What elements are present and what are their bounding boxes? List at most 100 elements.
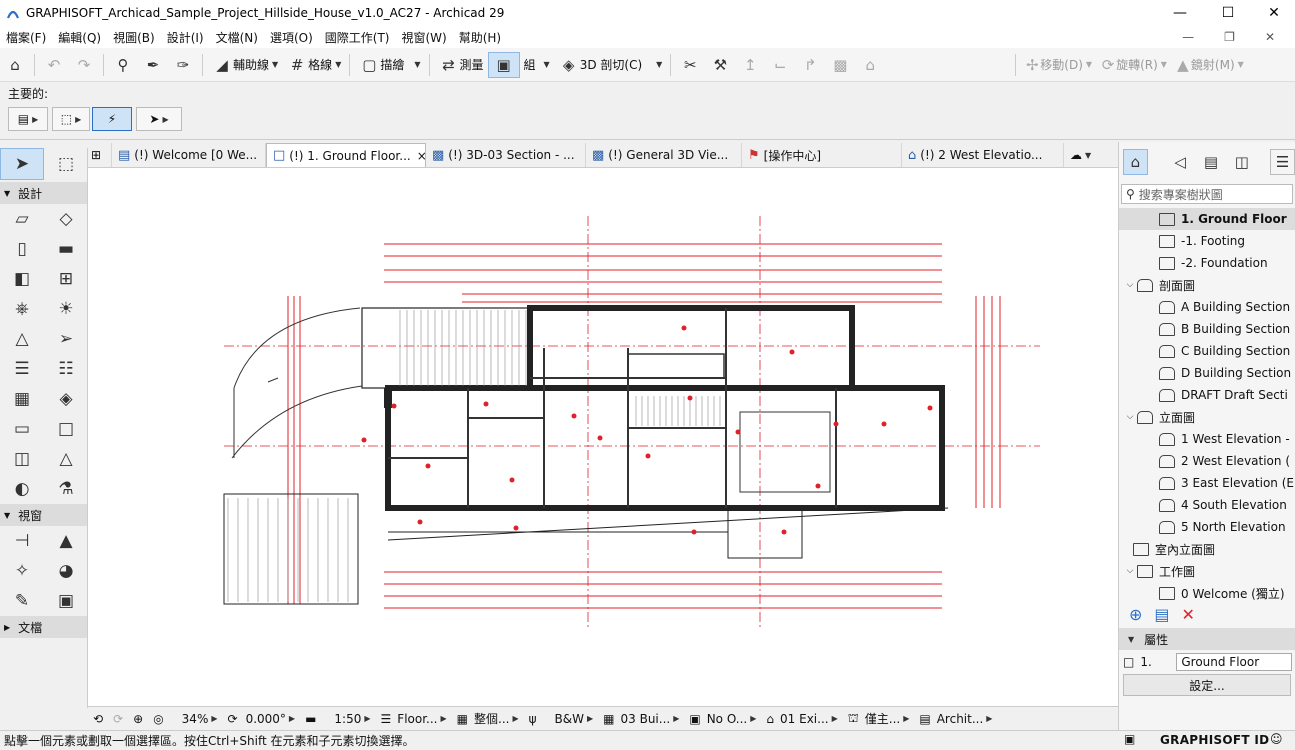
menu-design[interactable]: 設計(I) [161,29,210,46]
menu-help[interactable]: 幫助(H) [453,29,507,46]
zoom-menu-button[interactable]: ◎ 34% ▶ [148,712,222,726]
toolbox-design-header[interactable]: ▼ 設計 [0,182,87,204]
menu-teamwork[interactable]: 國際工作(T) [319,29,396,46]
dimension-button[interactable]: ⌂ 01 Exi... ▶ [761,712,842,726]
expand-arrow-icon[interactable]: ⌵ [1123,412,1137,422]
zoom-in-button[interactable]: ⊕ [128,712,148,726]
expand-arrow-icon[interactable]: ⌵ [1123,566,1137,576]
tree-item[interactable]: C Building Section [1119,340,1295,362]
tree-item[interactable]: 室內立面圖 [1119,538,1295,560]
elevation-tool[interactable]: ▲ [44,526,88,556]
tree-item[interactable]: DRAFT Draft Secti [1119,384,1295,406]
maximize-button[interactable]: ☐ [1205,0,1251,26]
detail-tool[interactable]: ✎ [0,586,44,616]
curtain-wall-tool[interactable]: ▦ [0,384,44,414]
tree-item[interactable]: D Building Section [1119,362,1295,384]
fillet-button[interactable]: ⌙ [765,52,795,78]
doc-minimize-button[interactable]: — [1176,30,1200,44]
delete-icon[interactable]: ✕ [1182,605,1195,624]
slab-tool[interactable]: ◇ [44,204,88,234]
skylight-tool[interactable]: ◫ [0,444,44,474]
window-tool[interactable]: ⊞ [44,264,88,294]
opening-tool[interactable]: ◐ [0,474,44,504]
model-view-button[interactable]: ▦ 整個... ▶ [452,710,524,727]
layer-combo-button[interactable]: ☰ Floor... ▶ [376,712,452,726]
redo-button[interactable]: ↷ [69,52,99,78]
navigator-search-input[interactable]: ⚲ 搜索專案樹狀圖 [1121,184,1293,204]
measure-button[interactable]: ⇄ 測量 [434,52,488,78]
tree-item[interactable]: A Building Section [1119,296,1295,318]
section-tool[interactable]: ⊣ [0,526,44,556]
adjust-button[interactable]: ⚒ [705,52,735,78]
layout-book-icon[interactable]: ▤ [1199,149,1224,175]
tree-item[interactable]: 3 East Elevation (E [1119,472,1295,494]
railing-tool[interactable]: ☷ [44,354,88,384]
doc-close-button[interactable]: ✕ [1259,30,1281,44]
zone-tool[interactable]: □ [44,414,88,444]
settings-icon[interactable]: ▤ [1154,605,1169,624]
selection-method-button[interactable]: ▤ ▶ [8,107,48,131]
tree-item[interactable]: 2 West Elevation ( [1119,450,1295,472]
tab-3d-view[interactable]: ▩ (!) General 3D Vie... [586,143,742,167]
doc-restore-button[interactable]: ❐ [1218,30,1241,44]
roof-button[interactable]: ⌂ [855,52,885,78]
guide-line-button[interactable]: ◢ 輔助線 ▼ [207,52,282,78]
structure-button[interactable]: ▤ Archit... ▶ [914,712,997,726]
marquee-method-button[interactable]: ⬚ ▶ [52,107,90,131]
tree-item[interactable]: 1 West Elevation - [1119,428,1295,450]
interior-elevation-tool[interactable]: ✧ [0,556,44,586]
pen-set-button[interactable]: ψ B&W ▶ [524,712,599,726]
find-select-button[interactable]: ⚲ [108,52,138,78]
tree-item[interactable]: -1. Footing [1119,230,1295,252]
tree-item[interactable]: -2. Foundation [1119,252,1295,274]
arrow-tool-button[interactable]: ➤ ▶ [136,107,182,131]
tree-item[interactable]: ⌵ 工作圖 [1119,560,1295,582]
menu-document[interactable]: 文檔(N) [210,29,264,46]
elevate-button[interactable]: ↥ [735,52,765,78]
wall-tool[interactable]: ▱ [0,204,44,234]
quick-selection-button[interactable]: ⚡ [92,107,132,131]
eyedropper-button[interactable]: ✒ [138,52,168,78]
story-name-field[interactable]: Ground Floor [1176,653,1293,671]
tree-item[interactable]: B Building Section [1119,318,1295,340]
roof-tool[interactable]: △ [0,324,44,354]
floor-plan-canvas[interactable] [88,168,1118,706]
filter-button[interactable]: ⛫ 僅主... ▶ [843,710,915,727]
curve-button[interactable]: ↱ [795,52,825,78]
column-tool[interactable]: ▯ [0,234,44,264]
tab-list-button[interactable]: ☁ ▼ [1064,143,1108,167]
camera-tool[interactable]: ▣ [44,586,88,616]
menu-view[interactable]: 視圖(B) [107,29,161,46]
publisher-icon[interactable]: ◫ [1229,149,1254,175]
project-map-icon[interactable]: ⌂ [1123,149,1148,175]
close-window-button[interactable]: ✕ [1251,0,1295,26]
undo-view-button[interactable]: ⟲ [88,712,108,726]
trace-button[interactable]: ▢ 描繪 ▼ [354,52,424,78]
object-tool[interactable]: ⎈ [0,294,44,324]
stair-tool[interactable]: ☰ [0,354,44,384]
tree-item[interactable]: 4 South Elevation [1119,494,1295,516]
beam-tool[interactable]: ▬ [44,234,88,264]
rotate-button[interactable]: ⟳ 旋轉(R) ▼ [1096,52,1171,78]
door-tool[interactable]: ◧ [0,264,44,294]
minimize-button[interactable]: — [1157,0,1203,26]
lamp-tool[interactable]: ☀ [44,294,88,324]
expand-arrow-icon[interactable]: ⌵ [1123,280,1137,290]
menu-file[interactable]: 檔案(F) [0,29,52,46]
redo-view-button[interactable]: ⟳ [108,712,128,726]
brand-label[interactable]: GRAPHISOFT ID [1160,733,1269,747]
shell-tool[interactable]: ➢ [44,324,88,354]
tree-item[interactable]: 0 Welcome (獨立) [1119,582,1295,600]
tab-welcome[interactable]: ▤ (!) Welcome [0 We... [112,143,266,167]
group-menu-button[interactable]: 組 ▼ [520,52,554,78]
scale-button[interactable]: ▬ 1:50 ▶ [300,712,375,726]
toolbox-document-header[interactable]: ▶ 文檔 [0,616,87,638]
home-button[interactable]: ⌂ [0,52,30,78]
add-icon[interactable]: ⊕ [1129,605,1142,624]
view-map-icon[interactable]: ◁ [1168,149,1193,175]
override-button[interactable]: ▣ No O... ▶ [684,712,761,726]
menu-edit[interactable]: 編輯(Q) [52,29,107,46]
orientation-button[interactable]: ⟳ 0.000° ▶ [223,712,301,726]
3d-cut-button[interactable]: ◈ 3D 剖切(C) ▼ [554,52,667,78]
tree-item[interactable]: ⌵ 剖面圖 [1119,274,1295,296]
